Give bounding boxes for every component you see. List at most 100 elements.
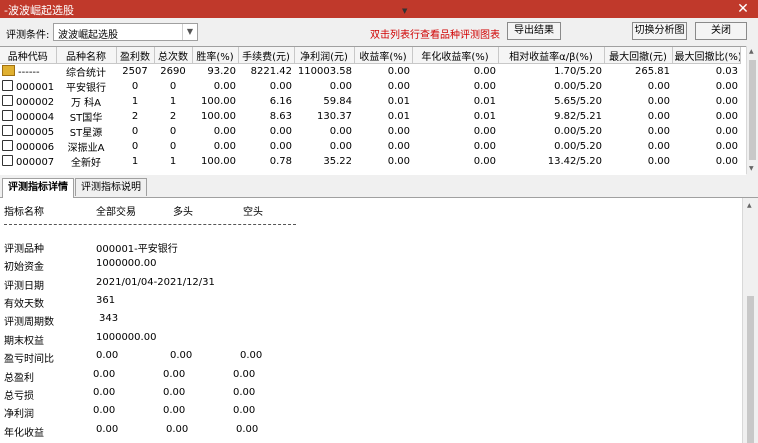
max-drawdown-ratio-cell: 0.00 (715, 126, 738, 137)
profit-cell: 130.37 (317, 111, 352, 122)
metric-all: 0.00 (96, 424, 119, 435)
hint-text: 双击列表行查看品种评测图表 (370, 30, 500, 41)
tab-metric-explanation[interactable]: 评测指标说明 (75, 178, 147, 196)
metric-short: 0.00 (233, 405, 256, 416)
annual-return-cell: 0.00 (473, 81, 496, 92)
column-header[interactable]: 年化收益率(%) (412, 47, 499, 64)
column-header[interactable]: 品种代码 (0, 47, 57, 64)
metric-all: 0.00 (93, 405, 116, 416)
condition-select[interactable]: 波波崛起选股 ▼ (53, 23, 198, 41)
info-label: 评测品种 (4, 244, 44, 255)
scroll-up-icon[interactable]: ▲ (747, 202, 752, 209)
max-drawdown-cell: 0.00 (647, 81, 670, 92)
total-count-cell: 1 (169, 156, 177, 167)
column-header[interactable]: 盈利数 (116, 47, 155, 64)
name-cell: ST星源 (69, 128, 103, 139)
condition-label: 评测条件: (6, 30, 50, 41)
return-cell: 0.00 (387, 81, 410, 92)
table-row[interactable]: 000001 平安银行 0 0 0.00 0.00 0.00 0.00 0.00 0.00/5.2… (0, 79, 740, 94)
max-drawdown-cell: 0.00 (647, 96, 670, 107)
max-drawdown-ratio-cell: 0.00 (715, 141, 738, 152)
metric-long: 0.00 (163, 387, 186, 398)
annual-return-cell: 0.01 (473, 96, 496, 107)
annual-return-cell: 0.00 (473, 126, 496, 137)
max-drawdown-cell: 0.00 (647, 111, 670, 122)
win-rate-cell: 0.00 (213, 141, 236, 152)
fee-cell: 0.00 (269, 126, 292, 137)
max-drawdown-ratio-cell: 0.00 (715, 81, 738, 92)
max-drawdown-cell: 0.00 (647, 126, 670, 137)
detail-header-all: 全部交易 (96, 207, 136, 218)
document-icon (2, 80, 13, 91)
metric-short: 0.00 (233, 369, 256, 380)
code-cell: ------ (0, 64, 56, 80)
scrollbar-thumb[interactable] (749, 60, 756, 160)
folder-icon (2, 65, 15, 76)
info-label: 初始资金 (4, 262, 44, 273)
column-header[interactable]: 胜率(%) (192, 47, 239, 64)
win-count-cell: 0 (131, 81, 139, 92)
column-header[interactable]: 总次数 (154, 47, 193, 64)
relative-return-cell: 5.65/5.20 (554, 96, 602, 107)
code-text: 000001 (16, 82, 55, 93)
detail-scrollbar[interactable]: ▲ (742, 198, 758, 443)
return-cell: 0.00 (387, 126, 410, 137)
fee-cell: 0.00 (269, 141, 292, 152)
window-close-icon[interactable]: ✕ (728, 0, 758, 18)
win-rate-cell: 100.00 (201, 96, 236, 107)
max-drawdown-cell: 265.81 (635, 66, 670, 77)
close-button[interactable]: 关闭 (695, 22, 747, 40)
chevron-down-icon[interactable]: ▼ (182, 24, 197, 40)
relative-return-cell: 0.00/5.20 (554, 81, 602, 92)
info-label: 评测周期数 (4, 317, 54, 328)
column-header[interactable]: 最大回撤(元) (604, 47, 673, 64)
scroll-down-icon[interactable]: ▼ (749, 165, 754, 172)
export-button[interactable]: 导出结果 (507, 22, 561, 40)
total-count-cell: 0 (169, 141, 177, 152)
tab-metric-detail[interactable]: 评测指标详情 (2, 178, 74, 198)
return-cell: 0.01 (387, 111, 410, 122)
max-drawdown-ratio-cell: 0.00 (715, 111, 738, 122)
document-icon (2, 110, 13, 121)
detail-tabs: 评测指标详情 评测指标说明 (0, 177, 758, 198)
scroll-up-icon[interactable]: ▲ (749, 48, 754, 55)
table-row[interactable]: ------ 综合统计 2507 2690 93.20 8221.42 110003.58 0… (0, 64, 740, 80)
metric-long: 0.00 (163, 405, 186, 416)
total-count-cell: 1 (169, 96, 177, 107)
table-row[interactable]: 000006 深振业A 0 0 0.00 0.00 0.00 0.00 0.00 0.00/5.2… (0, 139, 740, 154)
switch-chart-button[interactable]: 切换分析图 (632, 22, 687, 40)
column-header[interactable]: 相对收益率α/β(%) (498, 47, 605, 64)
column-header[interactable]: 净利润(元) (294, 47, 355, 64)
info-value: 343 (99, 313, 119, 324)
column-header[interactable]: 收益率(%) (354, 47, 413, 64)
column-header[interactable]: 手续费(元) (238, 47, 295, 64)
column-header[interactable]: 品种名称 (56, 47, 117, 64)
code-text: 000004 (16, 112, 55, 123)
info-value: 2021/01/04-2021/12/31 (96, 277, 215, 288)
code-text: 000007 (16, 157, 55, 168)
metric-label: 净利润 (4, 409, 34, 420)
win-count-cell: 2507 (122, 66, 148, 77)
fee-cell: 0.00 (269, 81, 292, 92)
table-row[interactable]: 000007 全新好 1 1 100.00 0.78 35.22 0.00 0.00 13.42/… (0, 154, 740, 169)
table-header-row: 品种代码 品种名称 盈利数 总次数 胜率(%) 手续费(元) 净利润(元) 收益… (0, 47, 741, 64)
fee-cell: 8221.42 (250, 66, 292, 77)
table-scrollbar[interactable]: ▲ ▼ (746, 46, 758, 174)
scrollbar-thumb[interactable] (747, 296, 754, 443)
info-value: 1000000.00 (96, 258, 157, 269)
info-value: 1000000.00 (96, 332, 157, 343)
relative-return-cell: 9.82/5.21 (554, 111, 602, 122)
detail-header-short: 空头 (243, 207, 263, 218)
code-text: ------ (18, 67, 40, 78)
win-count-cell: 2 (131, 111, 139, 122)
column-header[interactable]: 最大回撤比(%) (672, 47, 741, 64)
max-drawdown-ratio-cell: 0.03 (715, 66, 738, 77)
win-rate-cell: 0.00 (213, 81, 236, 92)
relative-return-cell: 1.70/5.20 (554, 66, 602, 77)
total-count-cell: 0 (169, 126, 177, 137)
table-row[interactable]: 000004 ST国华 2 2 100.00 8.63 130.37 0.01 0.01 9.82… (0, 109, 740, 124)
table-row[interactable]: 000002 万 科A 1 1 100.00 6.16 59.84 0.01 0.01 5.65/… (0, 94, 740, 109)
table-row[interactable]: 000005 ST星源 0 0 0.00 0.00 0.00 0.00 0.00 0.00/5.2… (0, 124, 740, 139)
info-label: 有效天数 (4, 299, 44, 310)
relative-return-cell: 0.00/5.20 (554, 141, 602, 152)
